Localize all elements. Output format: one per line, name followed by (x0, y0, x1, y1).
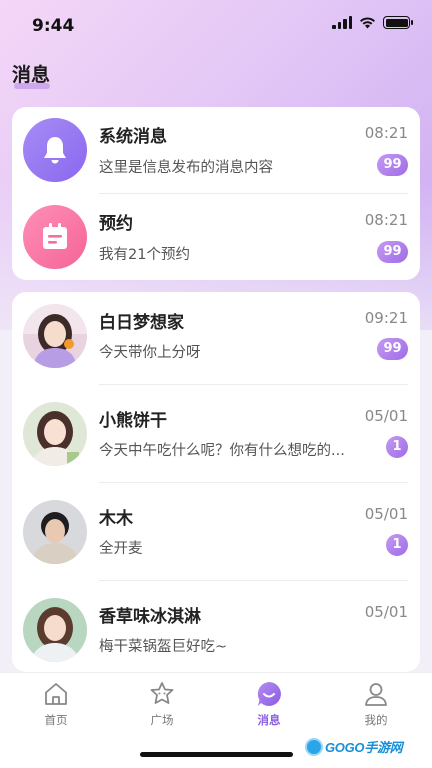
chat-list-card: 白日梦想家 今天带你上分呀 09:21 99 小熊饼干 今天中午吃什么呢？你有什… (12, 292, 420, 672)
status-time: 9:44 (32, 16, 75, 36)
system-message-row[interactable]: 预约 我有21个预约 08:21 99 (12, 194, 420, 280)
avatar (23, 402, 87, 466)
divider (99, 580, 408, 581)
tab-label: 首页 (44, 713, 68, 727)
avatar (23, 598, 87, 662)
tab-label: 广场 (150, 713, 174, 727)
tab-messages[interactable]: 消息 (229, 680, 309, 728)
unread-badge: 99 (377, 154, 408, 176)
conversation-time: 05/01 (364, 505, 408, 523)
conversation-preview: 今天中午吃什么呢？你有什么想吃的... (99, 443, 345, 459)
divider (99, 384, 408, 385)
conversation-time: 05/01 (364, 603, 408, 621)
conversation-name: 木木 (99, 509, 133, 529)
watermark-text: GOGO手游网 (325, 740, 403, 755)
tab-square[interactable]: 广场 (122, 680, 202, 728)
system-messages-card: 系统消息 这里是信息发布的消息内容 08:21 99 预约 我有21个预约 08… (12, 107, 420, 280)
home-icon (45, 683, 67, 705)
chat-row[interactable]: 木木 全开麦 05/01 1 (12, 488, 420, 586)
conversation-name: 小熊饼干 (99, 411, 167, 431)
status-icons (332, 16, 413, 29)
conversation-time: 09:21 (364, 309, 408, 327)
unread-badge: 1 (386, 436, 408, 458)
tab-home[interactable]: 首页 (16, 680, 96, 728)
system-message-row[interactable]: 系统消息 这里是信息发布的消息内容 08:21 99 (12, 107, 420, 193)
conversation-preview: 全开麦 (99, 541, 143, 557)
battery-icon (383, 16, 413, 29)
tab-profile[interactable]: 我的 (336, 680, 416, 728)
conversation-name: 系统消息 (99, 127, 167, 147)
unread-badge: 1 (386, 534, 408, 556)
conversation-time: 08:21 (364, 124, 408, 142)
chat-row[interactable]: 白日梦想家 今天带你上分呀 09:21 99 (12, 292, 420, 390)
avatar (23, 500, 87, 564)
chat-row[interactable]: 小熊饼干 今天中午吃什么呢？你有什么想吃的... 05/01 1 (12, 390, 420, 488)
status-bar: 9:44 (0, 0, 432, 50)
conversation-time: 05/01 (364, 407, 408, 425)
conversation-preview: 今天带你上分呀 (99, 345, 201, 361)
home-indicator (140, 752, 293, 757)
conversation-name: 香草味冰淇淋 (99, 607, 201, 627)
conversation-name: 白日梦想家 (99, 313, 184, 333)
watermark: GOGO手游网 (305, 737, 403, 756)
avatar (23, 304, 87, 368)
conversation-preview: 梅干菜锅盔巨好吃~ (99, 639, 228, 655)
unread-badge: 99 (377, 338, 408, 360)
star-face-icon (150, 682, 174, 704)
bell-icon (23, 118, 87, 182)
conversation-name: 预约 (99, 214, 133, 234)
cellular-signal-icon (332, 16, 352, 29)
tab-label: 消息 (257, 713, 281, 727)
wifi-icon (360, 17, 375, 29)
divider (99, 482, 408, 483)
message-icon (257, 682, 281, 706)
watermark-logo-icon (305, 737, 323, 756)
chat-row[interactable]: 香草味冰淇淋 梅干菜锅盔巨好吃~ 05/01 (12, 586, 420, 672)
profile-icon (365, 683, 387, 706)
calendar-icon (23, 205, 87, 269)
title-underline (14, 83, 50, 89)
tab-label: 我的 (364, 713, 388, 727)
unread-badge: 99 (377, 241, 408, 263)
conversation-time: 08:21 (364, 211, 408, 229)
conversation-preview: 这里是信息发布的消息内容 (99, 160, 273, 176)
conversation-preview: 我有21个预约 (99, 247, 190, 263)
